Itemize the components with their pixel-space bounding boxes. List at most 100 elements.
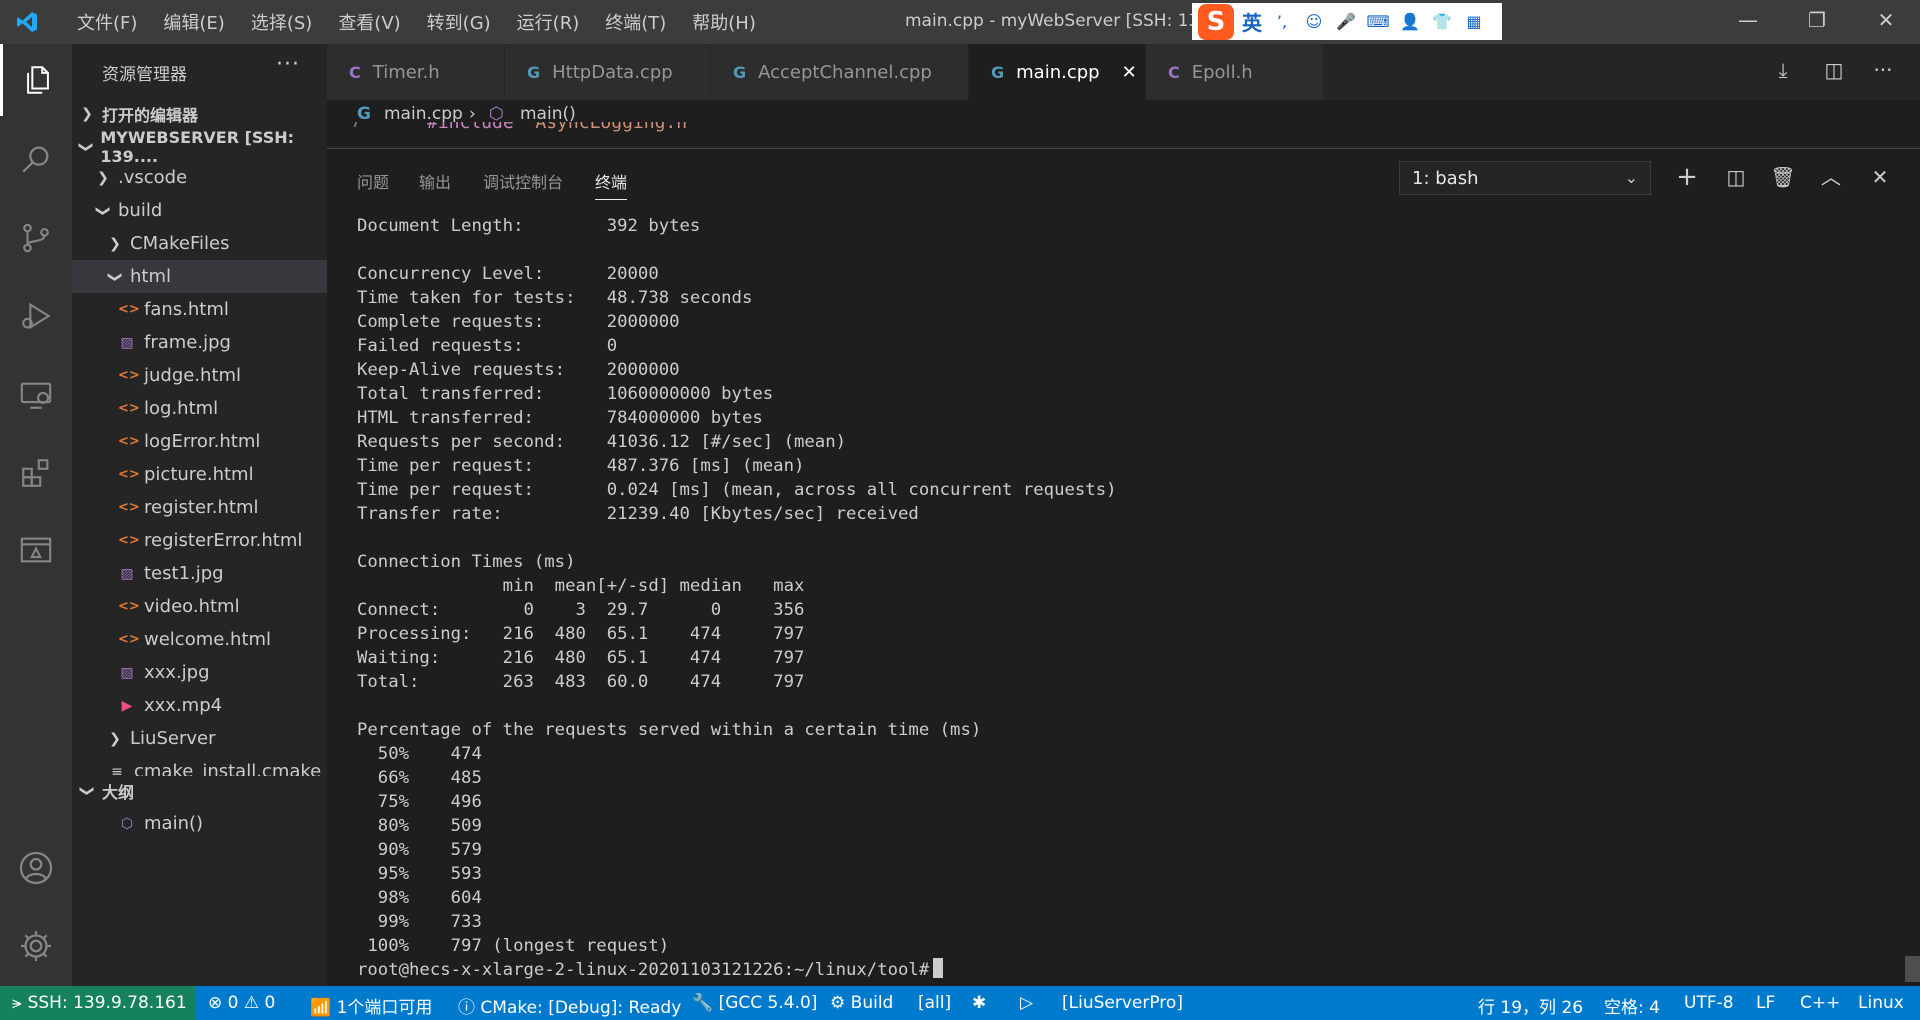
tab-debug-console[interactable]: 调试控制台 (483, 169, 563, 193)
punctuation-icon[interactable]: ’, (1270, 10, 1294, 34)
close-tab-icon[interactable]: ✕ (1122, 62, 1137, 83)
terminal-select[interactable]: 1: bash ⌄ (1399, 161, 1651, 195)
search-icon[interactable] (0, 123, 72, 195)
open-editors-section[interactable]: ❯ 打开的编辑器 (72, 99, 327, 129)
terminal-line: Processing: 216 480 65.1 474 797 (357, 624, 805, 644)
breadcrumb-symbol[interactable]: main() (520, 104, 576, 124)
terminal-line: 66% 485 (357, 768, 482, 788)
end-of-line[interactable]: LF (1756, 993, 1775, 1013)
project-selector[interactable]: [LiuServerPro] (1062, 993, 1183, 1013)
explorer-icon[interactable] (0, 44, 72, 116)
preview-icon[interactable] (0, 514, 72, 586)
tree-file[interactable]: ▨ xxx.jpg (72, 656, 327, 689)
tree-file[interactable]: <> logError.html (72, 425, 327, 458)
tree-file[interactable]: <> register.html (72, 491, 327, 524)
tab-output[interactable]: 输出 (419, 169, 451, 193)
outline-item-main[interactable]: ⬡ main() (72, 807, 327, 840)
menu-bar: 文件(F) 编辑(E) 选择(S) 查看(V) 转到(G) 运行(R) 终端(T… (64, 0, 769, 44)
more-actions-icon[interactable]: ··· (1869, 58, 1897, 86)
cursor-position[interactable]: 行 19，列 26 (1478, 993, 1583, 1018)
tree-file[interactable]: ▨ frame.jpg (72, 326, 327, 359)
cmake-status[interactable]: ⓘ CMake: [Debug]: Ready (458, 993, 681, 1018)
remote-indicator[interactable]: ⪫ SSH: 139.9.78.161 (0, 986, 196, 1020)
ime-logo-icon[interactable]: S (1198, 3, 1234, 40)
terminal-scrollbar[interactable] (1905, 956, 1920, 982)
source-control-icon[interactable] (0, 202, 72, 274)
tree-file[interactable]: <> log.html (72, 392, 327, 425)
menu-terminal[interactable]: 终端(T) (592, 9, 679, 35)
download-icon[interactable]: ⤓ (1769, 58, 1797, 86)
terminal-output[interactable]: Document Length: 392 bytes Concurrency Le… (357, 214, 1857, 984)
run-play-icon[interactable]: ▷ (1020, 993, 1033, 1013)
tree-file[interactable]: <> picture.html (72, 458, 327, 491)
tab-main-cpp[interactable]: G main.cpp ✕ (969, 44, 1146, 100)
user-icon[interactable]: 👤 (1398, 10, 1422, 34)
indentation[interactable]: 空格: 4 (1604, 993, 1660, 1018)
tree-folder[interactable]: ❯ build (72, 194, 327, 227)
more-actions-icon[interactable]: ··· (276, 52, 300, 77)
menu-selection[interactable]: 选择(S) (238, 9, 325, 35)
outline-section[interactable]: ❯ 大纲 (72, 776, 327, 806)
workspace-section[interactable]: ❯ MYWEBSERVER [SSH: 139.... (72, 128, 327, 166)
tree-file[interactable]: <> welcome.html (72, 623, 327, 656)
emoji-icon[interactable]: ☺ (1302, 10, 1326, 34)
trash-icon[interactable]: 🗑 (1767, 161, 1799, 193)
run-debug-icon[interactable] (0, 280, 72, 352)
tree-file[interactable]: ≡ cmake_install.cmake (72, 755, 327, 776)
minimize-icon[interactable]: — (1728, 8, 1768, 36)
tree-folder[interactable]: ❯ LiuServer (72, 722, 327, 755)
skin-icon[interactable]: 👕 (1430, 10, 1454, 34)
tree-file[interactable]: ▶ xxx.mp4 (72, 689, 327, 722)
settings-gear-icon[interactable] (0, 910, 72, 982)
kit-selector[interactable]: 🔧 [GCC 5.4.0] (692, 993, 817, 1013)
menu-view[interactable]: 查看(V) (325, 9, 413, 35)
debug-bug-icon[interactable]: ✱ (972, 993, 986, 1013)
tab-timer-h[interactable]: C Timer.h (327, 44, 505, 100)
tab-acceptchannel-cpp[interactable]: G AcceptChannel.cpp (711, 44, 969, 100)
extensions-icon[interactable] (0, 437, 72, 509)
split-terminal-icon[interactable]: ◫ (1720, 161, 1752, 193)
tab-httpdata-cpp[interactable]: G HttpData.cpp (505, 44, 711, 100)
terminal-line: Connection Times (ms) (357, 552, 576, 572)
microphone-icon[interactable]: 🎤 (1334, 10, 1358, 34)
build-button[interactable]: ⚙ Build (830, 993, 893, 1013)
ports-indicator[interactable]: 📶 1个端口可用 (310, 993, 432, 1018)
tree-file[interactable]: <> judge.html (72, 359, 327, 392)
encoding[interactable]: UTF-8 (1684, 993, 1734, 1013)
tree-file[interactable]: <> fans.html (72, 293, 327, 326)
target-selector[interactable]: [all] (918, 993, 951, 1013)
tree-folder[interactable]: ❯ .vscode (72, 161, 327, 194)
ime-language-toggle[interactable]: 英 (1242, 7, 1262, 36)
menu-run[interactable]: 运行(R) (504, 9, 593, 35)
status-bar: ⪫ SSH: 139.9.78.161 ⊗ 0 ⚠ 0 📶 1个端口可用 ⓘ C… (0, 986, 1920, 1020)
menu-help[interactable]: 帮助(H) (679, 9, 769, 35)
tree-file[interactable]: <> registerError.html (72, 524, 327, 557)
tab-problems[interactable]: 问题 (357, 169, 389, 193)
keyboard-icon[interactable]: ⌨ (1366, 10, 1390, 34)
tab-epoll-h[interactable]: C Epoll.h (1146, 44, 1324, 100)
split-editor-icon[interactable]: ◫ (1820, 58, 1848, 86)
tree-folder[interactable]: ❯ html (72, 260, 327, 293)
code-keyword: #include (427, 122, 514, 133)
tree-folder[interactable]: ❯ CMakeFiles (72, 227, 327, 260)
tree-file[interactable]: ▨ test1.jpg (72, 557, 327, 590)
tab-terminal[interactable]: 终端 (595, 169, 628, 200)
chevron-up-icon[interactable]: ︿ (1815, 161, 1847, 193)
tree-item-label: register.html (144, 497, 259, 518)
language-mode[interactable]: C++ (1800, 993, 1840, 1013)
menu-file[interactable]: 文件(F) (64, 9, 150, 35)
account-icon[interactable] (0, 832, 72, 904)
menu-go[interactable]: 转到(G) (414, 9, 504, 35)
tree-file[interactable]: <> video.html (72, 590, 327, 623)
os-indicator[interactable]: Linux (1858, 993, 1904, 1013)
new-terminal-icon[interactable]: + (1671, 161, 1703, 193)
restore-icon[interactable]: ❐ (1797, 8, 1837, 36)
close-window-icon[interactable]: ✕ (1866, 8, 1906, 36)
toolbox-icon[interactable]: ▦ (1462, 10, 1486, 34)
ime-toolbar[interactable]: S 英 ’, ☺ 🎤 ⌨ 👤 👕 ▦ (1192, 3, 1502, 40)
breadcrumb-file[interactable]: main.cpp (384, 104, 463, 124)
problems-indicator[interactable]: ⊗ 0 ⚠ 0 (208, 993, 275, 1013)
menu-edit[interactable]: 编辑(E) (150, 9, 237, 35)
remote-explorer-icon[interactable] (0, 359, 72, 431)
close-panel-icon[interactable]: ✕ (1864, 161, 1896, 193)
